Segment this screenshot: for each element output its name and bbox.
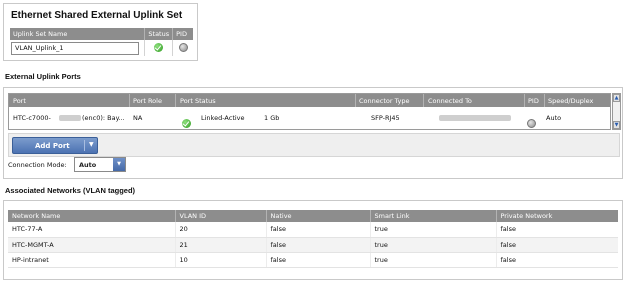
connection-mode-select[interactable]: Auto ▼ (74, 157, 126, 172)
ports-scrollbar[interactable]: ▲ ▼ (612, 93, 621, 130)
add-port-button[interactable]: Add Port ▼ (12, 137, 98, 154)
col-vlan-id: VLAN ID (175, 210, 267, 222)
chevron-down-icon[interactable]: ▼ (89, 141, 94, 148)
pid-icon[interactable] (178, 42, 188, 52)
port-name-prefix: HTC-c7000- (13, 114, 51, 122)
col-port: Port (13, 97, 26, 105)
col-port-role: Port Role (133, 97, 162, 105)
col-status: Status (144, 28, 174, 40)
chevron-down-icon[interactable]: ▼ (113, 158, 125, 171)
native: false (266, 252, 371, 268)
scroll-down-icon[interactable]: ▼ (613, 121, 620, 129)
status-ok-icon (154, 42, 164, 52)
native: false (266, 237, 371, 253)
port-name-suffix: (enc0): Bay... (82, 114, 125, 122)
vlan-id: 10 (175, 252, 267, 268)
network-name: HTC-77-A (8, 222, 176, 238)
col-pid: PID (172, 28, 193, 40)
table-row[interactable]: HTC-77-A 20 false true false (8, 222, 618, 238)
port-speed: 1 Gb (264, 114, 280, 122)
smart-link: true (370, 252, 497, 268)
port-row[interactable]: HTC-c7000- (enc0): Bay... NA Linked-Acti… (9, 108, 610, 128)
uplink-set-name-input[interactable] (11, 41, 139, 55)
private-network: false (496, 237, 618, 253)
ports-grid: Port Port Role Port Status Connector Typ… (8, 93, 611, 130)
vlan-id: 21 (175, 237, 267, 253)
col-pid: PID (528, 97, 539, 105)
col-smart-link: Smart Link (370, 210, 497, 222)
networks-table: Network Name VLAN ID Native Smart Link P… (8, 210, 618, 268)
networks-panel: Network Name VLAN ID Native Smart Link P… (3, 200, 623, 280)
col-uplink-set-name: Uplink Set Name (10, 28, 146, 40)
connection-mode-label: Connection Mode: (8, 161, 67, 169)
smart-link: true (370, 222, 497, 238)
add-port-toolbar: Add Port ▼ (8, 133, 620, 157)
private-network: false (496, 222, 618, 238)
uplink-set-table: Uplink Set Name Status PID (10, 28, 193, 56)
connection-mode-value: Auto (79, 161, 97, 169)
vlan-id: 20 (175, 222, 267, 238)
redacted-text (59, 115, 81, 121)
port-role: NA (133, 114, 143, 122)
col-native: Native (266, 210, 371, 222)
add-port-label: Add Port (35, 142, 70, 150)
networks-title: Associated Networks (VLAN tagged) (5, 186, 136, 195)
col-connected-to: Connected To (428, 97, 472, 105)
private-network: false (496, 252, 618, 268)
connector-type: SFP-RJ45 (371, 114, 400, 122)
smart-link: true (370, 237, 497, 253)
col-speed-duplex: Speed/Duplex (548, 97, 594, 105)
external-ports-panel: Port Port Role Port Status Connector Typ… (3, 87, 623, 179)
table-row[interactable]: HTC-MGMT-A 21 false true false (8, 237, 618, 253)
col-private-network: Private Network (496, 210, 618, 222)
network-name: HTC-MGMT-A (8, 237, 176, 253)
col-network-name: Network Name (8, 210, 176, 222)
network-name: HP-intranet (8, 252, 176, 268)
connected-to-redacted (439, 115, 511, 121)
speed-duplex: Auto (546, 114, 562, 122)
uplink-set-panel: Ethernet Shared External Uplink Set Upli… (3, 3, 198, 61)
uplink-set-title: Ethernet Shared External Uplink Set (11, 10, 183, 21)
port-status: Linked-Active (201, 114, 245, 122)
scroll-up-icon[interactable]: ▲ (613, 94, 620, 102)
ports-grid-header: Port Port Role Port Status Connector Typ… (9, 94, 610, 107)
native: false (266, 222, 371, 238)
external-ports-title: External Uplink Ports (5, 72, 81, 81)
table-row[interactable]: HP-intranet 10 false true false (8, 252, 618, 268)
col-connector-type: Connector Type (359, 97, 410, 105)
col-port-status: Port Status (180, 97, 216, 105)
